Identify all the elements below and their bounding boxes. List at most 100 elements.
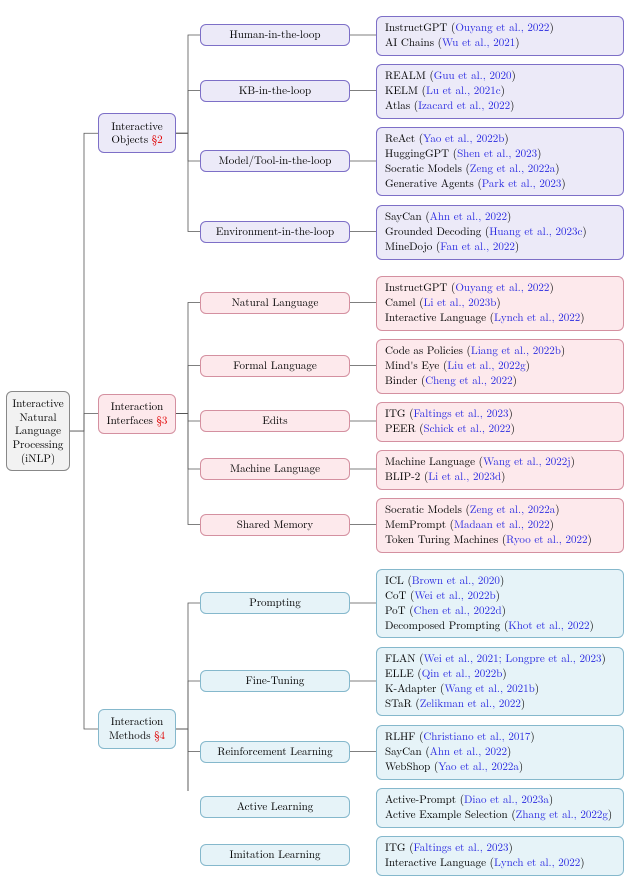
work-name: BLIP-2	[385, 469, 420, 484]
work-name: Code as Policies	[385, 343, 463, 358]
section-ref: §3	[157, 413, 168, 428]
work-citation: Ahn et al., 2022	[430, 744, 507, 759]
citation-row: REALM (Guu et al., 2020)	[385, 69, 615, 84]
work-citation: Faltings et al., 2023	[414, 406, 509, 421]
work-citation: Izacard et al., 2022	[418, 98, 510, 113]
work-citation: Liu et al., 2022g	[447, 358, 525, 373]
citation-row: ITG (Faltings et al., 2023)	[385, 407, 615, 422]
work-citation: Madaan et al., 2022	[454, 517, 550, 532]
work-name: Socratic Models	[385, 161, 462, 176]
work-citation: Diao et al., 2023a	[464, 792, 549, 807]
work-citation: Khot et al., 2022	[508, 618, 589, 633]
level2-fl: Formal Language	[200, 355, 350, 377]
citation-row: Socratic Models (Zeng et al., 2022a)	[385, 503, 615, 518]
work-name: K-Adapter	[385, 681, 436, 696]
section-ref: §2	[152, 132, 163, 147]
leaf-envitl: SayCan (Ahn et al., 2022)Grounded Decodi…	[376, 205, 624, 260]
work-citation: Faltings et al., 2023	[414, 840, 509, 855]
leaf-sm: Socratic Models (Zeng et al., 2022a)MemP…	[376, 498, 624, 553]
citation-row: Active-Prompt (Diao et al., 2023a)	[385, 793, 615, 808]
root-node: Interactive Natural Language Processing …	[6, 391, 70, 471]
work-citation: Wang et al., 2021b	[444, 681, 534, 696]
citation-row: Code as Policies (Liang et al., 2022b)	[385, 344, 615, 359]
work-citation: Yao et al., 2022b	[423, 131, 504, 146]
work-citation: Huang et al., 2023c	[489, 224, 582, 239]
work-name: Grounded Decoding	[385, 224, 481, 239]
citation-row: STaR (Zelikman et al., 2022)	[385, 697, 615, 712]
citation-row: Grounded Decoding (Huang et al., 2023c)	[385, 225, 615, 240]
leaf-ml: Machine Language (Wang et al., 2022j)BLI…	[376, 450, 624, 490]
work-citation: Zhang et al., 2022g	[516, 807, 608, 822]
work-name: Camel	[385, 295, 416, 310]
work-name: Generative Agents	[385, 176, 474, 191]
work-citation: Li et al., 2023b	[424, 295, 497, 310]
level2-sm: Shared Memory	[200, 514, 350, 536]
work-citation: Chen et al., 2022d	[414, 603, 502, 618]
work-name: REALM	[385, 68, 426, 83]
work-name: MineDojo	[385, 239, 432, 254]
work-name: FLAN	[385, 651, 416, 666]
work-name: Atlas	[385, 98, 410, 113]
work-citation: Zelikman et al., 2022	[420, 696, 521, 711]
work-name: Decomposed Prompting	[385, 618, 500, 633]
work-name: KELM	[385, 83, 418, 98]
work-name: Mind's Eye	[385, 358, 439, 373]
leaf-ft: FLAN (Wei et al., 2021; Longpre et al., …	[376, 647, 624, 716]
citation-row: K-Adapter (Wang et al., 2021b)	[385, 682, 615, 697]
level2-kbitl: KB-in-the-loop	[200, 80, 350, 102]
work-citation: Ouyang et al., 2022	[455, 280, 549, 295]
citation-row: Socratic Models (Zeng et al., 2022a)	[385, 162, 615, 177]
work-name: PEER	[385, 421, 416, 436]
work-citation: Ahn et al., 2022	[430, 209, 507, 224]
work-name: RLHF	[385, 729, 415, 744]
citation-row: ITG (Faltings et al., 2023)	[385, 841, 615, 856]
level2-rl: Reinforcement Learning	[200, 741, 350, 763]
level2-hitl: Human-in-the-loop	[200, 24, 350, 46]
work-citation: Lynch et al., 2022	[494, 310, 580, 325]
work-citation: Brown et al., 2020	[412, 573, 500, 588]
work-name: STaR	[385, 696, 412, 711]
work-citation: Fan et al., 2022	[440, 239, 515, 254]
work-name: SayCan	[385, 744, 422, 759]
work-name: Machine Language	[385, 454, 475, 469]
work-name: Socratic Models	[385, 502, 462, 517]
citation-row: Interactive Language (Lynch et al., 2022…	[385, 856, 615, 871]
work-citation: Shen et al., 2023	[457, 146, 537, 161]
work-citation: Ouyang et al., 2022	[455, 20, 549, 35]
citation-row: WebShop (Yao et al., 2022a)	[385, 760, 615, 775]
citation-row: MemPrompt (Madaan et al., 2022)	[385, 518, 615, 533]
diagram-stage: Interactive Natural Language Processing …	[0, 0, 640, 791]
citation-row: Active Example Selection (Zhang et al., …	[385, 808, 615, 823]
work-name: MemPrompt	[385, 517, 446, 532]
citation-row: BLIP-2 (Li et al., 2023d)	[385, 470, 615, 485]
work-citation: Wei et al., 2022b	[414, 588, 495, 603]
leaf-il: ITG (Faltings et al., 2023)Interactive L…	[376, 836, 624, 876]
citation-row: MineDojo (Fan et al., 2022)	[385, 240, 615, 255]
work-name: CoT	[385, 588, 406, 603]
level1-methods: Interaction Methods §4	[98, 709, 176, 749]
work-citation: Schick et al., 2022	[424, 421, 511, 436]
citation-row: ELLE (Qin et al., 2022b)	[385, 667, 615, 682]
level2-al: Active Learning	[200, 796, 350, 818]
work-name: Interactive Language	[385, 310, 486, 325]
leaf-fl: Code as Policies (Liang et al., 2022b)Mi…	[376, 339, 624, 394]
work-citation: Guu et al., 2020	[434, 68, 512, 83]
work-name: WebShop	[385, 759, 430, 774]
citation-row: Generative Agents (Park et al., 2023)	[385, 177, 615, 192]
citation-row: ReAct (Yao et al., 2022b)	[385, 132, 615, 147]
work-citation: Zeng et al., 2022a	[470, 502, 556, 517]
citation-row: Binder (Cheng et al., 2022)	[385, 374, 615, 389]
citation-row: RLHF (Christiano et al., 2017)	[385, 730, 615, 745]
citation-row: Machine Language (Wang et al., 2022j)	[385, 455, 615, 470]
work-citation: Wei et al., 2021; Longpre et al., 2023	[424, 651, 602, 666]
work-name: InstructGPT	[385, 20, 447, 35]
level2-envitl: Environment-in-the-loop	[200, 221, 350, 243]
work-citation: Yao et al., 2022a	[438, 759, 519, 774]
work-name: Interactive Language	[385, 855, 486, 870]
citation-row: ICL (Brown et al., 2020)	[385, 574, 615, 589]
work-name: Active-Prompt	[385, 792, 456, 807]
work-name: Token Turing Machines	[385, 532, 498, 547]
work-citation: Liang et al., 2022b	[471, 343, 561, 358]
level2-prompt: Prompting	[200, 592, 350, 614]
citation-row: KELM (Lu et al., 2021c)	[385, 84, 615, 99]
